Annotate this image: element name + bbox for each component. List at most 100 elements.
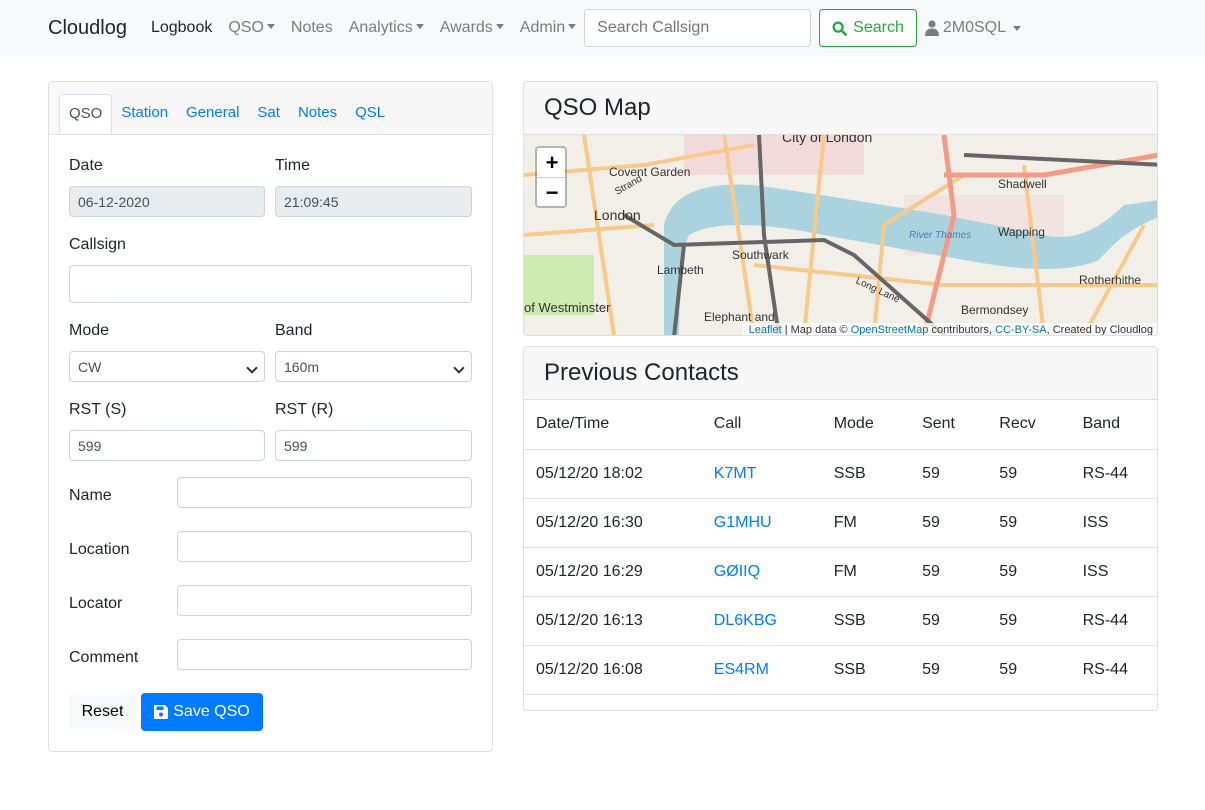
leaflet-link[interactable]: Leaflet (749, 324, 782, 335)
cell: 59 (910, 547, 988, 597)
rst-recv-input[interactable]: 599 (275, 430, 472, 461)
map-label: London (594, 207, 641, 223)
table-row: 05/12/20 18:02 K7MT SSB 59 59 RS-44 (524, 449, 1157, 499)
nav-analytics[interactable]: Analytics (349, 19, 424, 37)
attribution-text: , Created by Cloudlog (1046, 324, 1153, 336)
cell: DL6KBG (701, 596, 822, 646)
user-menu[interactable]: 2M0SQL (924, 19, 1021, 37)
map-label: Lambeth (657, 263, 704, 277)
column-header: Recv (987, 400, 1071, 450)
nav-label: Admin (519, 19, 566, 36)
map-title: QSO Map (524, 82, 1157, 135)
cell: RS-44 (1070, 645, 1157, 695)
callsign-link[interactable]: GØIIQ (714, 563, 760, 580)
attribution-text: contributors, (928, 324, 996, 336)
contacts-title: Previous Contacts (524, 347, 1157, 400)
user-name: 2M0SQL (942, 19, 1006, 36)
caret-down-icon (568, 24, 577, 29)
cell: 59 (910, 498, 988, 548)
search-button[interactable]: Search (819, 9, 917, 47)
nav-qso[interactable]: QSO (228, 19, 275, 37)
cell: SSB (821, 596, 911, 646)
cell: 59 (987, 547, 1071, 597)
callsign-label: Callsign (69, 236, 126, 253)
column-header: Band (1070, 400, 1157, 450)
map-label: of Westminster (524, 300, 611, 315)
cell: SSB (821, 645, 911, 695)
nav-label: QSO (228, 19, 264, 36)
tab-general[interactable]: General (177, 94, 248, 134)
band-label: Band (275, 322, 313, 339)
brand-logo[interactable]: Cloudlog (48, 17, 127, 40)
map-label: Shadwell (998, 177, 1047, 191)
nav-awards[interactable]: Awards (440, 19, 504, 37)
save-label: Save QSO (173, 703, 250, 720)
zoom-out-button[interactable]: − (537, 178, 565, 206)
comment-label: Comment (69, 649, 139, 666)
previous-contacts-card: Previous Contacts Date/Time Call Mode Sent R… (523, 346, 1158, 711)
user-icon (924, 20, 939, 36)
location-label: Location (69, 541, 130, 558)
name-label: Name (69, 487, 112, 504)
tab-station[interactable]: Station (112, 94, 177, 134)
search-button-label: Search (853, 19, 904, 36)
date-input[interactable]: 06-12-2020 (69, 186, 265, 217)
osm-link[interactable]: OpenStreetMap (851, 324, 929, 335)
map-label: Southwark (732, 248, 789, 262)
cell: 59 (910, 645, 988, 695)
map-label: City of London (782, 135, 873, 145)
callsign-link[interactable]: G1MHU (714, 514, 772, 531)
band-value: 160m (284, 358, 320, 375)
time-input[interactable]: 21:09:45 (275, 186, 472, 217)
cell: FM (821, 498, 911, 548)
save-qso-button[interactable]: Save QSO (141, 693, 263, 731)
callsign-link[interactable]: ES4RM (714, 661, 769, 678)
map-label: Bermondsey (961, 303, 1029, 317)
callsign-link[interactable]: K7MT (714, 465, 757, 482)
cell: 05/12/20 16:30 (524, 498, 702, 548)
cell: GØIIQ (701, 547, 822, 597)
cell: 05/12/20 18:02 (524, 449, 702, 499)
tab-qsl[interactable]: QSL (346, 94, 394, 134)
cell: K7MT (701, 449, 822, 499)
time-label: Time (275, 157, 310, 174)
map[interactable]: City of London Covent Garden London Shad… (524, 135, 1157, 336)
nav-label: Analytics (348, 19, 413, 36)
cell: 59 (910, 596, 988, 646)
nav-notes[interactable]: Notes (291, 19, 333, 37)
cell: 59 (987, 596, 1071, 646)
callsign-input[interactable] (69, 265, 472, 303)
band-select[interactable]: 160m (275, 351, 472, 382)
column-header: Call (701, 400, 822, 450)
table-header: Date/Time Call Mode Sent Recv Band (524, 400, 1157, 450)
mode-label: Mode (69, 322, 110, 339)
caret-down-icon (1013, 25, 1021, 31)
location-input[interactable] (177, 531, 472, 562)
column-header: Date/Time (524, 400, 702, 450)
tab-notes[interactable]: Notes (289, 94, 346, 134)
table-row: 05/12/20 16:08 ES4RM SSB 59 59 RS-44 (524, 645, 1157, 695)
comment-input[interactable] (177, 639, 472, 670)
cell: G1MHU (701, 498, 822, 548)
reset-button[interactable]: Reset (69, 693, 136, 731)
callsign-link[interactable]: DL6KBG (714, 612, 777, 629)
cell: ISS (1070, 498, 1157, 548)
rst-sent-input[interactable]: 599 (69, 430, 265, 461)
nav-logbook[interactable]: Logbook (151, 19, 212, 37)
search-callsign-input[interactable] (584, 9, 812, 47)
locator-input[interactable] (177, 585, 472, 616)
tab-sat[interactable]: Sat (248, 94, 289, 134)
caret-down-icon (415, 24, 424, 29)
license-link[interactable]: CC-BY-SA (995, 324, 1047, 335)
mode-select[interactable]: CW (69, 351, 265, 382)
table-row: 05/12/20 16:29 GØIIQ FM 59 59 ISS (524, 547, 1157, 597)
nav-label: Logbook (150, 19, 213, 36)
name-input[interactable] (177, 477, 472, 508)
zoom-in-button[interactable]: + (537, 148, 565, 178)
mode-value: CW (78, 358, 102, 375)
cell: FM (821, 547, 911, 597)
nav-admin[interactable]: Admin (519, 19, 577, 37)
tab-qso[interactable]: QSO (59, 94, 113, 134)
map-label: River Thames (909, 230, 972, 241)
map-attribution: Leaflet | Map data © OpenStreetMap contr… (742, 323, 1157, 336)
